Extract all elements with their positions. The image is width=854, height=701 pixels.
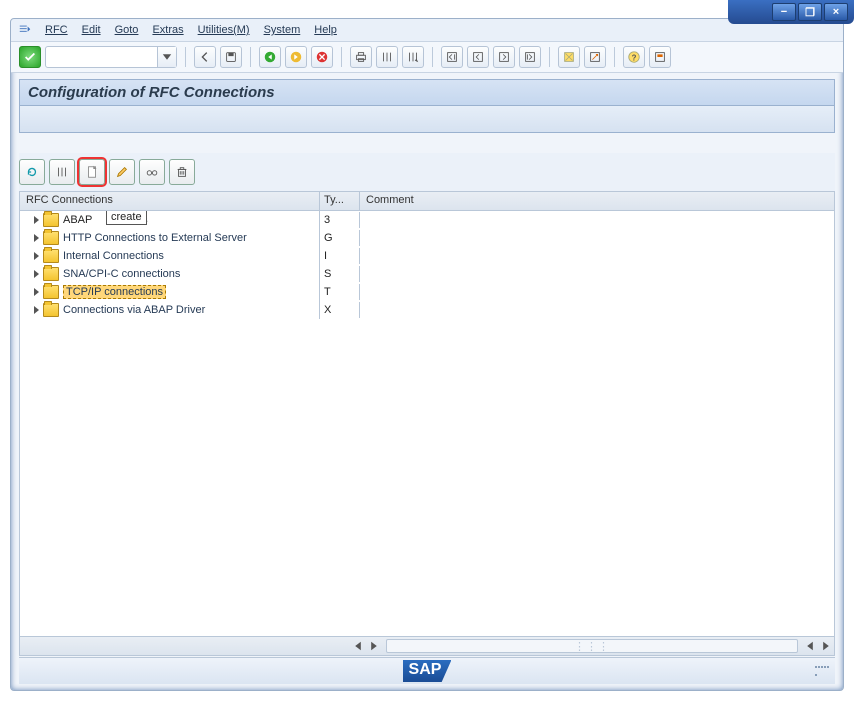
tree-row[interactable]: ABAP create tions 3 (20, 211, 834, 229)
menu-system[interactable]: System (262, 22, 303, 38)
resize-grip-icon[interactable] (815, 666, 829, 680)
find-button[interactable] (376, 46, 398, 68)
page-title-bar: Configuration of RFC Connections (19, 79, 835, 106)
scroll-left2-icon[interactable] (802, 639, 818, 653)
folder-icon (43, 249, 59, 263)
window-titlebar: − ❐ × (728, 0, 854, 24)
tree-body: ABAP create tions 3 HTTP Connections to … (20, 211, 834, 636)
col-header-type[interactable]: Ty... (320, 192, 360, 210)
menubar: RFC Edit Goto Extras Utilities(M) System… (11, 19, 843, 42)
menu-extras[interactable]: Extras (150, 22, 185, 38)
menu-utilities[interactable]: Utilities(M) (196, 22, 252, 38)
sap-logo: SAP (403, 660, 452, 682)
folder-icon (43, 303, 59, 317)
tree-row[interactable]: SNA/CPI-C connections S (20, 265, 834, 283)
menu-help[interactable]: Help (312, 22, 339, 38)
refresh-button[interactable] (19, 159, 45, 185)
col-header-comment[interactable]: Comment (360, 192, 834, 210)
expander-icon[interactable] (34, 288, 39, 296)
expander-icon[interactable] (34, 252, 39, 260)
customize-button[interactable] (649, 46, 671, 68)
cancel-red-button[interactable] (311, 46, 333, 68)
prev-page-button[interactable] (467, 46, 489, 68)
tree-row[interactable]: HTTP Connections to External Server G (20, 229, 834, 247)
expander-icon[interactable] (34, 216, 39, 224)
tree-table: RFC Connections Ty... Comment ABAP creat… (19, 191, 835, 656)
delete-button[interactable] (169, 159, 195, 185)
scroll-left-icon[interactable] (350, 639, 366, 653)
next-page-button[interactable] (493, 46, 515, 68)
find-tree-button[interactable] (49, 159, 75, 185)
print-button[interactable] (350, 46, 372, 68)
minimize-button[interactable]: − (772, 3, 796, 21)
first-page-button[interactable] (441, 46, 463, 68)
col-header-name[interactable]: RFC Connections (20, 192, 320, 210)
expander-icon[interactable] (34, 234, 39, 242)
close-button[interactable]: × (824, 3, 848, 21)
expander-icon[interactable] (34, 270, 39, 278)
find-next-button[interactable] (402, 46, 424, 68)
tree-row[interactable]: TCP/IP connections T (20, 283, 834, 301)
shortcut-button[interactable] (584, 46, 606, 68)
back-button[interactable] (194, 46, 216, 68)
new-session-button[interactable] (558, 46, 580, 68)
enter-button[interactable] (19, 46, 41, 68)
last-page-button[interactable] (519, 46, 541, 68)
tree-row[interactable]: Internal Connections I (20, 247, 834, 265)
command-field[interactable] (45, 46, 177, 68)
help-button[interactable]: ? (623, 46, 645, 68)
back-green-button[interactable] (259, 46, 281, 68)
page-title: Configuration of RFC Connections (28, 84, 275, 101)
tree-header: RFC Connections Ty... Comment (20, 192, 834, 211)
create-tooltip: create (106, 211, 147, 225)
create-button[interactable] (79, 159, 105, 185)
edit-button[interactable] (109, 159, 135, 185)
menu-goto[interactable]: Goto (113, 22, 141, 38)
folder-icon (43, 213, 59, 227)
restore-button[interactable]: ❐ (798, 3, 822, 21)
scroll-track[interactable]: ⋮⋮⋮ (386, 639, 798, 653)
statusbar: SAP (19, 657, 835, 684)
svg-text:?: ? (632, 54, 637, 63)
standard-toolbar: ? (11, 42, 843, 73)
selected-row-label[interactable]: TCP/IP connections (63, 285, 166, 299)
folder-icon (43, 231, 59, 245)
scroll-right-icon[interactable] (366, 639, 382, 653)
application-toolbar-bg (19, 106, 835, 133)
tree-row[interactable]: Connections via ABAP Driver X (20, 301, 834, 319)
folder-icon (43, 285, 59, 299)
folder-icon (43, 267, 59, 281)
menu-rfc[interactable]: RFC (43, 22, 70, 38)
horizontal-scrollbar[interactable]: ⋮⋮⋮ (20, 636, 834, 655)
glasses-button[interactable] (139, 159, 165, 185)
scroll-right2-icon[interactable] (818, 639, 834, 653)
expander-icon[interactable] (34, 306, 39, 314)
menu-command-icon[interactable] (17, 22, 33, 38)
save-button[interactable] (220, 46, 242, 68)
app-toolbar (19, 153, 835, 191)
menu-edit[interactable]: Edit (80, 22, 103, 38)
exit-yellow-button[interactable] (285, 46, 307, 68)
